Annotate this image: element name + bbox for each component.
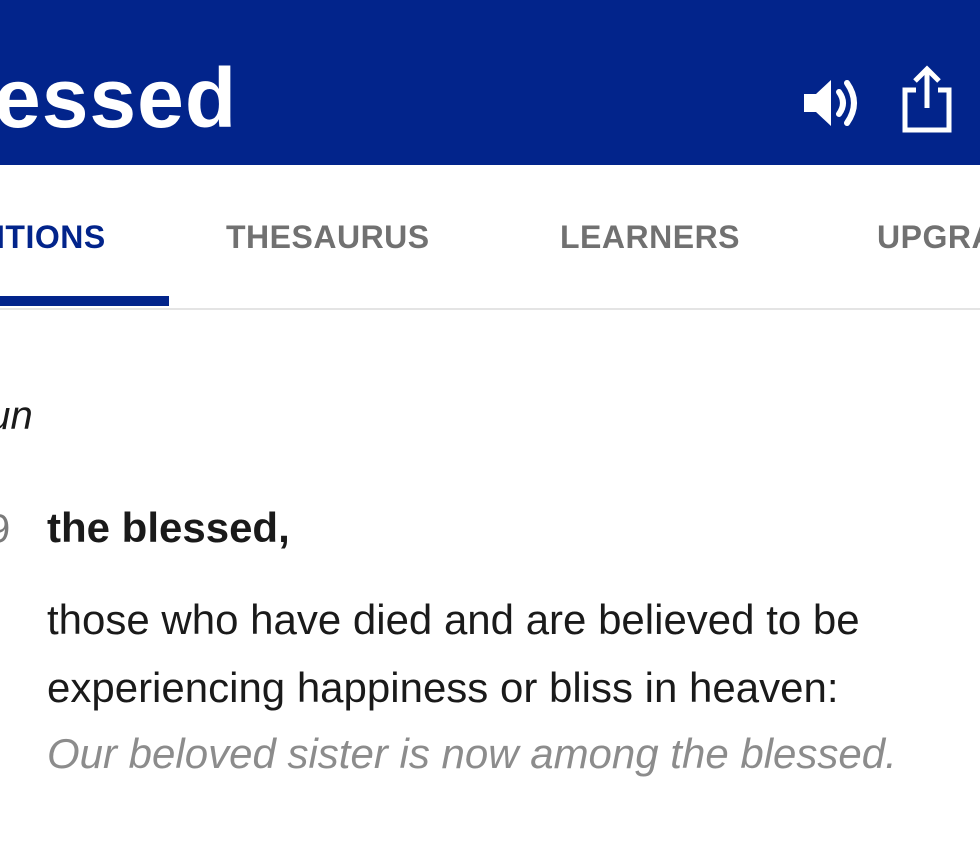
tab-bar: ITIONS THESAURUS LEARNERS UPGRA — [0, 165, 980, 310]
tab-thesaurus[interactable]: THESAURUS — [226, 217, 430, 257]
share-button[interactable] — [898, 64, 956, 134]
tab-definitions[interactable]: ITIONS — [0, 217, 106, 257]
active-tab-indicator — [0, 296, 169, 306]
part-of-speech: oun — [0, 394, 33, 438]
tab-learners[interactable]: LEARNERS — [560, 217, 740, 257]
word-title: essed — [0, 51, 238, 145]
speaker-icon — [804, 80, 857, 126]
dictionary-page: essed ITIONS THESAURUS LEARNERS UPGRA ou… — [0, 0, 980, 843]
definition-term: the blessed, — [47, 504, 290, 551]
share-icon — [902, 65, 952, 133]
example-sentence: Our beloved sister is now among the bles… — [47, 730, 897, 777]
tab-upgrade[interactable]: UPGRA — [877, 217, 980, 257]
definition-number: 9 — [0, 505, 10, 553]
definition-text: those who have died and are believed to … — [47, 596, 860, 711]
word-header: essed — [0, 0, 980, 165]
pronunciation-audio-button[interactable] — [800, 72, 862, 134]
